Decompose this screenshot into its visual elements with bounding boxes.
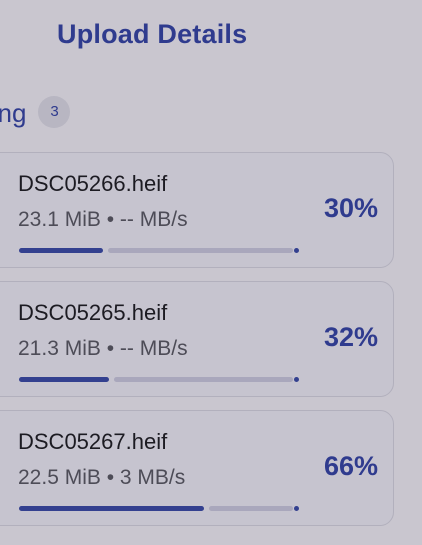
meta-separator: • [106, 466, 115, 489]
upload-speed: -- MB/s [119, 337, 188, 360]
page-title: Upload Details [57, 19, 248, 49]
progress-track [209, 506, 293, 511]
upload-percent: 32% [323, 322, 378, 352]
upload-card[interactable]: DSC05265.heif 21.3 MiB • -- MB/s 32% [0, 281, 394, 397]
upload-percent: 30% [323, 193, 378, 223]
file-name: DSC05267.heif [18, 429, 168, 454]
upload-percent: 66% [323, 451, 378, 481]
upload-speed: 3 MB/s [119, 466, 186, 489]
upload-card[interactable]: DSC05266.heif 23.1 MiB • -- MB/s 30% [0, 152, 394, 268]
upload-card[interactable]: DSC05267.heif 22.5 MiB • 3 MB/s 66% [0, 410, 394, 526]
section-header: ling 3 [0, 95, 71, 129]
progress-end-dot [294, 377, 299, 382]
progress-bar [19, 506, 299, 511]
progress-end-dot [294, 506, 299, 511]
section-label: ling [0, 98, 27, 128]
upload-speed: -- MB/s [119, 208, 188, 231]
file-name: DSC05266.heif [18, 171, 168, 196]
progress-track [114, 377, 293, 382]
file-name: DSC05265.heif [18, 300, 168, 325]
meta-separator: • [106, 208, 115, 231]
progress-bar [19, 248, 299, 253]
count-badge: 3 [38, 95, 71, 128]
progress-fill [19, 506, 204, 511]
file-size: 23.1 MiB [18, 208, 101, 231]
file-meta: 21.3 MiB • -- MB/s [18, 337, 188, 361]
progress-fill [19, 248, 103, 253]
file-size: 22.5 MiB [18, 466, 101, 489]
progress-track [108, 248, 293, 253]
progress-end-dot [294, 248, 299, 253]
file-meta: 23.1 MiB • -- MB/s [18, 208, 188, 232]
file-size: 21.3 MiB [18, 337, 101, 360]
progress-bar [19, 377, 299, 382]
meta-separator: • [106, 337, 115, 360]
file-meta: 22.5 MiB • 3 MB/s [18, 466, 185, 490]
progress-fill [19, 377, 109, 382]
